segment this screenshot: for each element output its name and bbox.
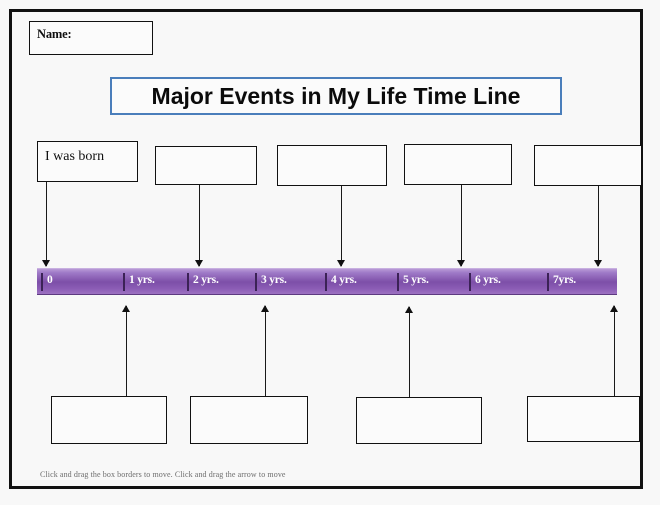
- timeline-tick-icon: [255, 273, 257, 291]
- arrow-stem: [199, 185, 201, 266]
- timeline-tick-icon: [397, 273, 399, 291]
- event-box[interactable]: [404, 144, 512, 185]
- arrow-head-down-icon: [337, 260, 345, 267]
- arrow-head-up-icon: [261, 305, 269, 312]
- arrow-stem: [341, 186, 343, 266]
- page-title-text: Major Events in My Life Time Line: [151, 82, 521, 109]
- timeline-worksheet-page: Name: Major Events in My Life Time Line …: [0, 0, 660, 505]
- timeline-mark-7[interactable]: 7yrs.: [547, 269, 617, 294]
- event-box[interactable]: [356, 397, 482, 444]
- timeline-mark-1[interactable]: 1 yrs.: [123, 269, 187, 294]
- event-box[interactable]: [190, 396, 308, 444]
- timeline-mark-6[interactable]: 6 yrs.: [469, 269, 547, 294]
- timeline-mark-label: 3 yrs.: [261, 274, 287, 286]
- arrow-head-up-icon: [405, 306, 413, 313]
- event-box[interactable]: [527, 396, 640, 442]
- page-title[interactable]: Major Events in My Life Time Line: [110, 77, 562, 115]
- arrow-head-down-icon: [594, 260, 602, 267]
- connector-arrow-up[interactable]: [260, 305, 271, 396]
- connector-arrow-down[interactable]: [456, 185, 467, 267]
- arrow-stem: [614, 306, 616, 396]
- name-field-label: Name:: [37, 27, 72, 41]
- connector-arrow-up[interactable]: [609, 305, 620, 396]
- instructions-note: Click and drag the box borders to move. …: [40, 470, 286, 479]
- timeline-mark-0[interactable]: 0: [41, 269, 123, 294]
- timeline-mark-label: 4 yrs.: [331, 274, 357, 286]
- arrow-head-down-icon: [42, 260, 50, 267]
- connector-arrow-down[interactable]: [336, 186, 347, 267]
- connector-arrow-up[interactable]: [404, 306, 415, 397]
- event-box[interactable]: [534, 145, 642, 186]
- timeline-mark-label: 5 yrs.: [403, 274, 429, 286]
- timeline-mark-3[interactable]: 3 yrs.: [255, 269, 325, 294]
- arrow-head-up-icon: [122, 305, 130, 312]
- event-box-text: I was born: [45, 149, 105, 164]
- timeline-mark-label: 0: [47, 274, 53, 286]
- timeline-tick-icon: [187, 273, 189, 291]
- arrow-stem: [598, 186, 600, 266]
- timeline-mark-2[interactable]: 2 yrs.: [187, 269, 255, 294]
- timeline-tick-icon: [547, 273, 549, 291]
- arrow-stem: [409, 307, 411, 397]
- connector-arrow-down[interactable]: [194, 185, 205, 267]
- timeline-tick-icon: [325, 273, 327, 291]
- timeline-mark-5[interactable]: 5 yrs.: [397, 269, 469, 294]
- arrow-head-down-icon: [195, 260, 203, 267]
- name-field[interactable]: Name:: [29, 21, 153, 55]
- arrow-stem: [46, 182, 48, 266]
- arrow-stem: [265, 306, 267, 396]
- arrow-head-down-icon: [457, 260, 465, 267]
- timeline-mark-4[interactable]: 4 yrs.: [325, 269, 397, 294]
- event-box[interactable]: [155, 146, 257, 185]
- connector-arrow-down[interactable]: [41, 182, 52, 267]
- event-box[interactable]: I was born: [37, 141, 138, 182]
- timeline-mark-label: 7yrs.: [553, 274, 576, 286]
- timeline-tick-icon: [41, 273, 43, 291]
- event-box[interactable]: [51, 396, 167, 444]
- event-box[interactable]: [277, 145, 387, 186]
- arrow-head-up-icon: [610, 305, 618, 312]
- timeline-bar[interactable]: 0 1 yrs. 2 yrs. 3 yrs. 4 yrs. 5 yrs. 6 yrs. 7yr…: [37, 268, 617, 295]
- connector-arrow-down[interactable]: [593, 186, 604, 267]
- timeline-tick-icon: [123, 273, 125, 291]
- arrow-stem: [461, 185, 463, 266]
- timeline-mark-label: 2 yrs.: [193, 274, 219, 286]
- timeline-tick-icon: [469, 273, 471, 291]
- arrow-stem: [126, 306, 128, 396]
- timeline-mark-label: 6 yrs.: [475, 274, 501, 286]
- timeline-mark-label: 1 yrs.: [129, 274, 155, 286]
- connector-arrow-up[interactable]: [121, 305, 132, 396]
